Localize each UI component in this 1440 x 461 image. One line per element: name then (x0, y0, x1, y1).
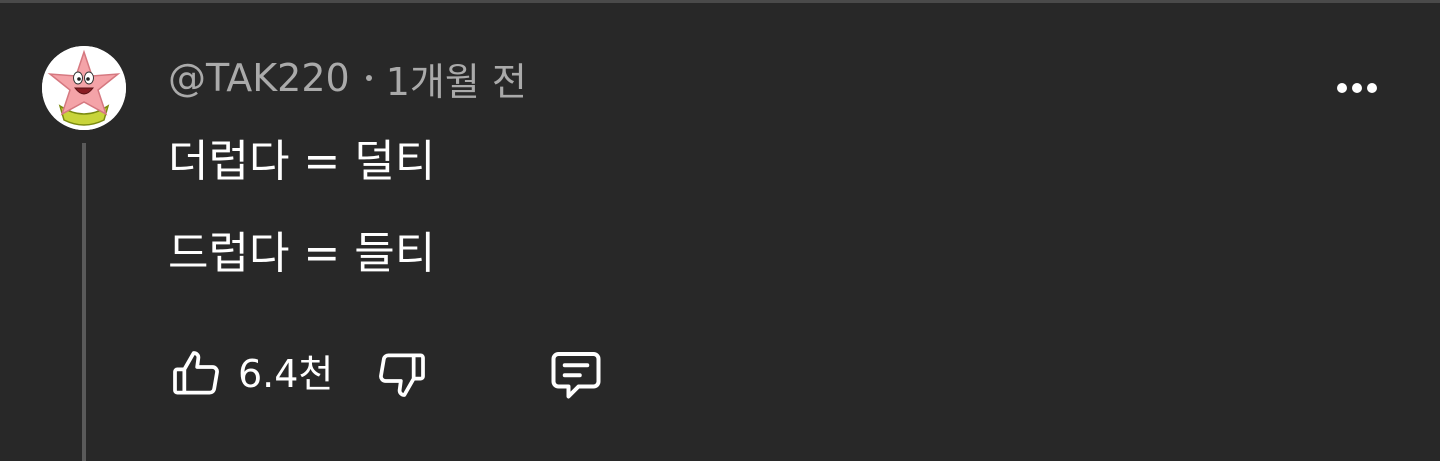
more-options-button[interactable] (1328, 70, 1386, 106)
dislike-button[interactable] (370, 342, 434, 406)
comment-header: @TAK220 1개월 전 (168, 52, 527, 104)
separator-dot (365, 75, 372, 81)
comment-text-line-1: 더럽다 = 덜티 (168, 136, 436, 187)
thumbs-up-icon (173, 351, 219, 395)
comment-item: @TAK220 1개월 전 더럽다 = 덜티 드럽다 = 들티 6.4천 (0, 0, 1440, 461)
comment-time[interactable]: 1개월 전 (386, 51, 527, 106)
thumbs-down-icon (379, 353, 425, 397)
like-button[interactable] (164, 342, 228, 406)
avatar[interactable] (42, 46, 126, 130)
author-name[interactable]: @TAK220 (168, 56, 350, 100)
reply-button[interactable] (544, 342, 608, 406)
thread-line (82, 143, 86, 461)
patrick-star-avatar-icon (42, 46, 126, 130)
comment-icon (551, 352, 601, 399)
more-vert-icon-dot (1337, 83, 1347, 93)
comment-actions: 6.4천 (164, 342, 624, 406)
more-vert-icon-dot (1367, 83, 1377, 93)
comment-text-line-2: 드럽다 = 들티 (168, 228, 436, 279)
more-vert-icon-dot (1352, 83, 1362, 93)
like-count: 6.4천 (238, 352, 334, 396)
